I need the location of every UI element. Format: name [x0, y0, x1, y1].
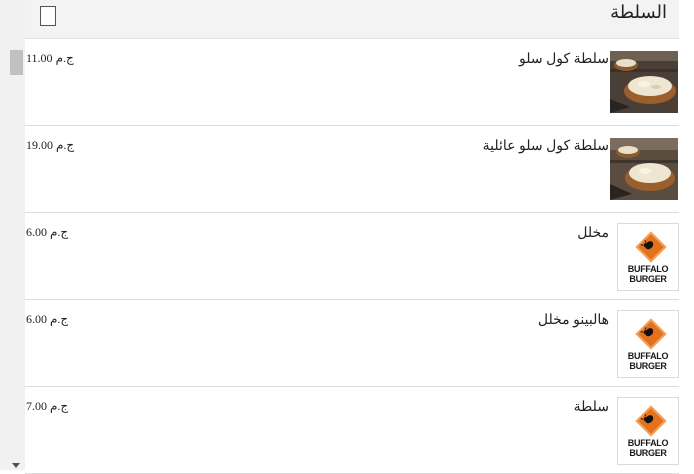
menu-item[interactable]: سلطة كول سلو ج.م 11.00 — [25, 39, 679, 126]
scroll-down-arrow-icon[interactable] — [12, 463, 20, 468]
item-name: مخلل — [577, 226, 609, 241]
vertical-scrollbar[interactable] — [0, 0, 26, 470]
buffalo-burger-logo: BUFFALO BURGER — [617, 223, 679, 291]
item-name: هالبينو مخلل — [537, 313, 609, 328]
coleslaw-photo — [609, 50, 679, 114]
scrollbar-thumb[interactable] — [10, 50, 23, 75]
item-name: سلطة كول سلو — [518, 52, 609, 67]
category-header: السلطة — [25, 0, 679, 39]
item-price: ج.م 11.00 — [26, 51, 74, 65]
item-price: ج.م 19.00 — [26, 138, 75, 152]
menu-item-list: سلطة كول سلو ج.م 11.00 سلطة كول سلو عائل… — [25, 39, 679, 474]
item-name: سلطة كول سلو عائلية — [482, 139, 609, 154]
menu-item[interactable]: BUFFALO BURGER سلطة ج.م 7.00 — [25, 387, 679, 474]
buffalo-burger-logo: BUFFALO BURGER — [617, 397, 679, 465]
buffalo-burger-logo: BUFFALO BURGER — [617, 310, 679, 378]
category-title: السلطة — [610, 2, 667, 22]
menu-item[interactable]: سلطة كول سلو عائلية ج.م 19.00 — [25, 126, 679, 213]
menu-item[interactable]: BUFFALO BURGER هالبينو مخلل ج.م 6.00 — [25, 300, 679, 387]
item-price: ج.م 6.00 — [26, 225, 69, 239]
item-price: ج.م 7.00 — [26, 399, 69, 413]
menu-item[interactable]: BUFFALO BURGER مخلل ج.م 6.00 — [25, 213, 679, 300]
select-checkbox[interactable] — [40, 6, 56, 26]
coleslaw-photo — [609, 137, 679, 201]
item-price: ج.م 6.00 — [26, 312, 69, 326]
item-name: سلطة — [573, 400, 609, 415]
